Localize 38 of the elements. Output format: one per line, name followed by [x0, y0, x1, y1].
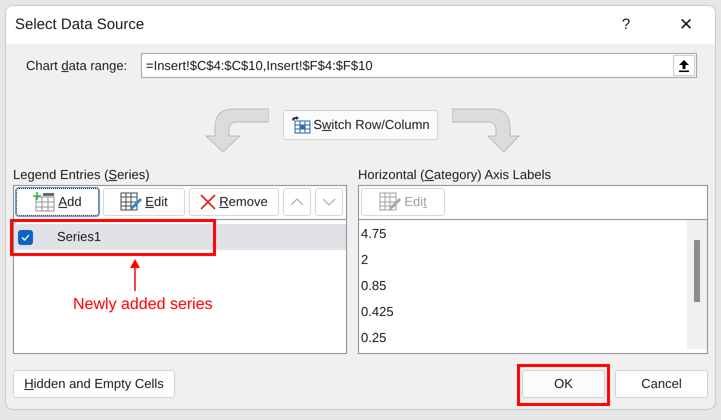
add-table-icon: [33, 192, 56, 212]
check-icon: [21, 234, 30, 240]
remove-button[interactable]: Remove: [189, 188, 279, 216]
panel-label: Horizontal (Category) Axis Labels: [358, 167, 552, 183]
axis-label-item[interactable]: 0.25: [361, 325, 687, 351]
switch-grid-icon: [291, 116, 312, 134]
axis-label-item[interactable]: 0.85: [361, 273, 687, 299]
hidden-empty-cells-button[interactable]: Hidden and Empty Cells: [13, 370, 175, 398]
data-range-field[interactable]: =Insert!$C$4:$C$10,Insert!$F$4:$F$10: [141, 53, 697, 78]
help-button[interactable]: ?: [611, 10, 641, 40]
field-label: Chart data range:: [26, 56, 128, 75]
remove-x-icon: [200, 194, 216, 210]
panel-label: Legend Entries (Series): [13, 167, 151, 183]
ok-button[interactable]: OK: [522, 370, 605, 398]
scrollbar-thumb[interactable]: [694, 240, 700, 302]
add-button[interactable]: Add: [16, 188, 99, 216]
chevron-down-icon: [322, 198, 336, 206]
close-button[interactable]: ✕: [663, 10, 709, 40]
scrollbar[interactable]: [687, 220, 707, 349]
collapse-button[interactable]: [673, 55, 695, 76]
annotation-text: Newly added series: [73, 295, 213, 315]
axis-label-item[interactable]: 0.425: [361, 299, 687, 325]
edit-table-icon: [379, 192, 402, 212]
edit-button[interactable]: Edit: [103, 188, 185, 216]
upload-icon: [679, 60, 689, 72]
axis-label-item[interactable]: 4.75: [361, 221, 687, 247]
edit-table-icon: [120, 192, 142, 212]
curved-arrow-icon: [203, 108, 270, 152]
series-row[interactable]: Series1: [14, 224, 346, 250]
axis-label-item[interactable]: 2: [361, 247, 687, 273]
field-value: =Insert!$C$4:$C$10,Insert!$F$4:$F$10: [145, 56, 374, 75]
window-title: Select Data Source: [15, 14, 144, 35]
switch-row-column-button[interactable]: Switch Row/Column: [283, 110, 438, 140]
cancel-button[interactable]: Cancel: [615, 370, 708, 398]
chevron-up-icon: [290, 198, 304, 206]
series-name: Series1: [57, 228, 102, 246]
checkbox[interactable]: [18, 230, 33, 244]
pointer-arrow: [129, 259, 141, 291]
